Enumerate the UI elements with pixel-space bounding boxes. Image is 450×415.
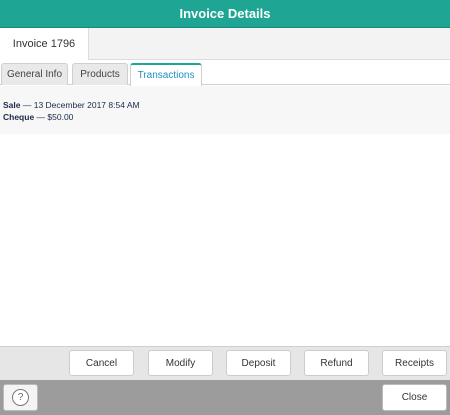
receipts-button[interactable]: Receipts (382, 350, 447, 376)
transaction-type: Sale (3, 100, 21, 110)
help-button[interactable]: ? (3, 384, 38, 411)
payment-line: Cheque — $50.00 (3, 111, 450, 123)
transaction-date: — 13 December 2017 8:54 AM (20, 100, 140, 110)
refund-button[interactable]: Refund (304, 350, 369, 376)
payment-amount: — $50.00 (34, 112, 74, 122)
tab-general-info[interactable]: General Info (1, 63, 68, 85)
cancel-button[interactable]: Cancel (69, 350, 134, 376)
deposit-button[interactable]: Deposit (226, 350, 291, 376)
transaction-line: Sale — 13 December 2017 8:54 AM (3, 99, 450, 111)
close-button[interactable]: Close (382, 384, 447, 411)
invoice-strip: Invoice 1796 (0, 28, 450, 60)
payment-method: Cheque (3, 112, 35, 122)
modify-button[interactable]: Modify (148, 350, 213, 376)
tab-products[interactable]: Products (72, 63, 128, 85)
action-bar: Cancel Modify Deposit Refund Receipts (0, 346, 450, 380)
tab-bar: General Info Products Transactions (0, 60, 450, 86)
invoice-number: Invoice 1796 (0, 28, 89, 60)
help-icon: ? (12, 389, 29, 406)
window-title: Invoice Details (0, 0, 450, 28)
footer-bar: ? Close (0, 380, 450, 415)
transactions-panel: Sale — 13 December 2017 8:54 AM Cheque —… (0, 86, 450, 134)
tab-transactions[interactable]: Transactions (130, 63, 202, 86)
